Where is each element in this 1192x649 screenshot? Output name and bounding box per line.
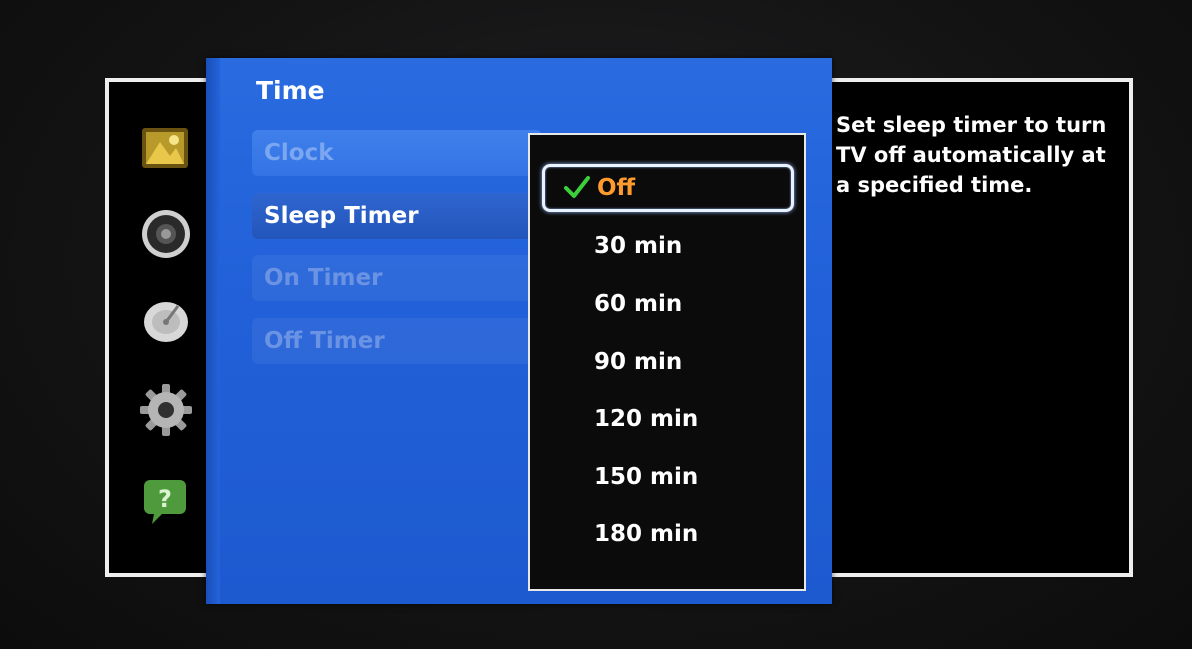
svg-text:?: ? [158,485,172,513]
support-icon[interactable]: ? [138,472,194,528]
menu-item-on-timer[interactable]: On Timer [252,255,542,301]
option-label: Off [597,175,636,201]
option-60-min[interactable]: 60 min [530,282,804,326]
help-description: Set sleep timer to turn TV off automatic… [836,113,1107,197]
menu-item-label: On Timer [264,265,383,291]
panel-edge [206,58,220,604]
menu-item-sleep-timer[interactable]: Sleep Timer [252,193,542,239]
category-icon-column: ? [118,90,208,570]
menu-item-label: Clock [264,140,334,166]
checkmark-icon [563,173,591,201]
option-label: 150 min [594,464,699,490]
menu-item-off-timer[interactable]: Off Timer [252,318,542,364]
option-label: 180 min [594,521,699,547]
option-180-min[interactable]: 180 min [530,512,804,556]
option-150-min[interactable]: 150 min [530,455,804,499]
option-120-min[interactable]: 120 min [530,397,804,441]
option-off[interactable]: Off [542,164,794,212]
broadcast-icon[interactable] [138,294,194,350]
option-label: 30 min [594,233,683,259]
picture-icon[interactable] [138,122,194,178]
menu-item-clock[interactable]: Clock [252,130,542,176]
sound-icon[interactable] [138,206,194,262]
option-label: 90 min [594,349,683,375]
option-label: 60 min [594,291,683,317]
menu-item-label: Sleep Timer [264,203,419,229]
option-label: 120 min [594,406,699,432]
menu-item-label: Off Timer [264,328,385,354]
sleep-timer-dropdown: Off 30 min 60 min 90 min 120 min 150 min… [528,133,806,591]
option-30-min[interactable]: 30 min [530,224,804,268]
settings-gear-icon[interactable] [138,382,194,438]
panel-title: Time [256,76,325,105]
option-90-min[interactable]: 90 min [530,340,804,384]
